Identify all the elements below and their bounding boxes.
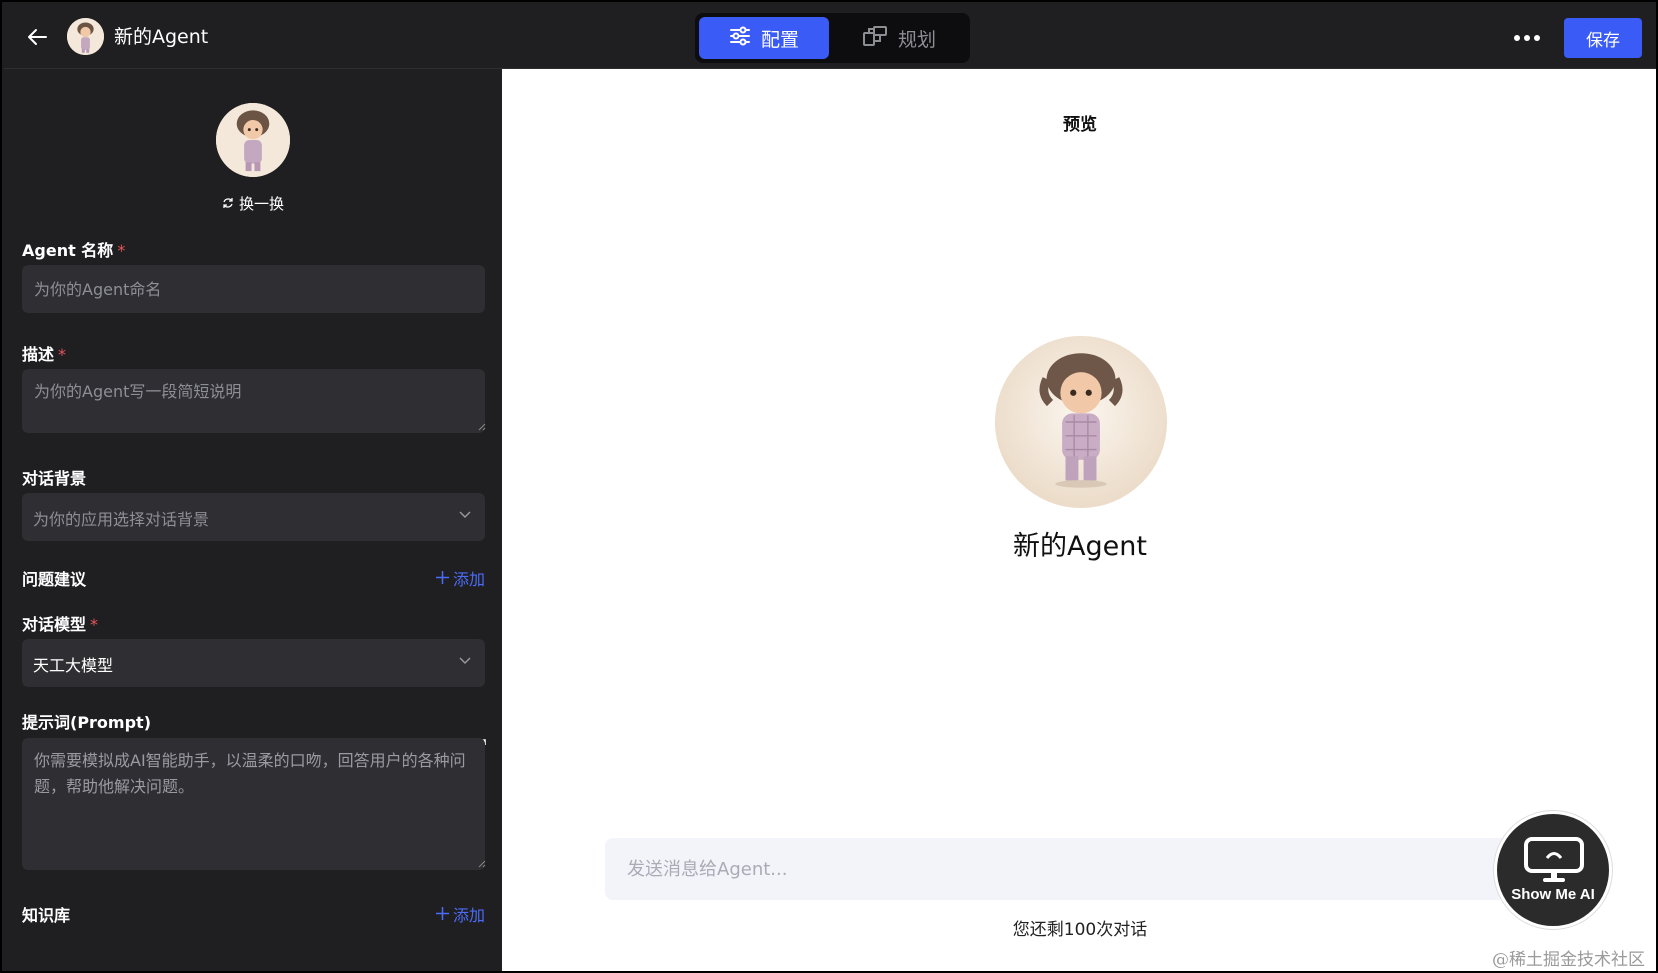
prompt-textarea[interactable]: 你需要模拟成AI智能助手，以温柔的口吻，回答用户的各种问题，帮助他解决问题。 [22, 738, 485, 870]
message-input[interactable] [605, 838, 1525, 900]
chevron-down-icon [459, 657, 471, 664]
description-textarea[interactable] [22, 369, 485, 433]
background-label: 对话背景 [22, 469, 87, 488]
model-label: 对话模型 * [22, 615, 99, 634]
watermark-credit: @稀土掘金技术社区 [1492, 950, 1645, 970]
agent-avatar-small [67, 18, 104, 55]
watermark-logo-text: Show Me AI [1511, 886, 1595, 903]
preview-avatar [995, 336, 1167, 508]
required-mark: * [117, 241, 126, 260]
background-select-placeholder: 为你的应用选择对话背景 [33, 510, 210, 529]
more-options-icon[interactable] [1510, 28, 1544, 48]
description-label: 描述 * [22, 345, 67, 364]
tab-planning[interactable]: 规划 [833, 17, 965, 59]
sliders-icon [729, 26, 751, 51]
preview-title: 预览 [1063, 115, 1097, 135]
knowledge-label: 知识库 [22, 906, 71, 925]
add-suggestion-button[interactable]: 添加 [435, 566, 485, 590]
plus-icon [435, 905, 449, 924]
suggestions-label: 问题建议 [22, 570, 87, 589]
tab-planning-label: 规划 [897, 28, 936, 51]
watermark-logo: Show Me AI [1494, 811, 1612, 929]
tab-config[interactable]: 配置 [699, 17, 829, 59]
preview-agent-name: 新的Agent [1013, 531, 1147, 562]
add-knowledge-label: 添加 [452, 906, 485, 925]
prompt-label: 提示词(Prompt) [22, 713, 152, 732]
name-label: Agent 名称 * [22, 241, 126, 260]
top-bar: 新的Agent 配置 规划 保存 [4, 4, 1656, 69]
required-mark: * [90, 615, 99, 634]
flow-icon [862, 24, 888, 53]
chevron-down-icon [459, 511, 471, 518]
background-select[interactable]: 为你的应用选择对话背景 [22, 493, 485, 541]
page-title: 新的Agent [114, 26, 209, 48]
add-knowledge-button[interactable]: 添加 [435, 902, 485, 926]
agent-avatar[interactable] [216, 103, 290, 177]
plus-icon [435, 569, 449, 588]
required-mark: * [58, 345, 67, 364]
refresh-icon [222, 195, 234, 213]
model-select-value: 天工大模型 [33, 656, 114, 675]
add-suggestion-label: 添加 [452, 570, 485, 589]
config-panel: 换一换 Agent 名称* 描述* 对话背景 为你的应用选择对话背景 问题建议 … [4, 69, 502, 971]
tab-config-label: 配置 [760, 28, 799, 51]
swap-avatar-label: 换一换 [239, 195, 285, 213]
save-button[interactable]: 保存 [1564, 18, 1642, 58]
agent-name-input[interactable] [22, 265, 485, 313]
swap-avatar-button[interactable]: 换一换 [222, 193, 284, 214]
preview-panel: 预览 新的Agent 您还剩100次对话 [502, 69, 1656, 971]
remaining-count: 您还剩100次对话 [1012, 920, 1148, 940]
app-window: 新的Agent 配置 规划 保存 换一换 Agent 名称 * 为你的Agent… [0, 0, 1658, 973]
back-arrow-icon[interactable] [22, 22, 52, 52]
mode-switch: 配置 规划 [695, 13, 970, 63]
model-select[interactable]: 天工大模型 [22, 639, 485, 687]
